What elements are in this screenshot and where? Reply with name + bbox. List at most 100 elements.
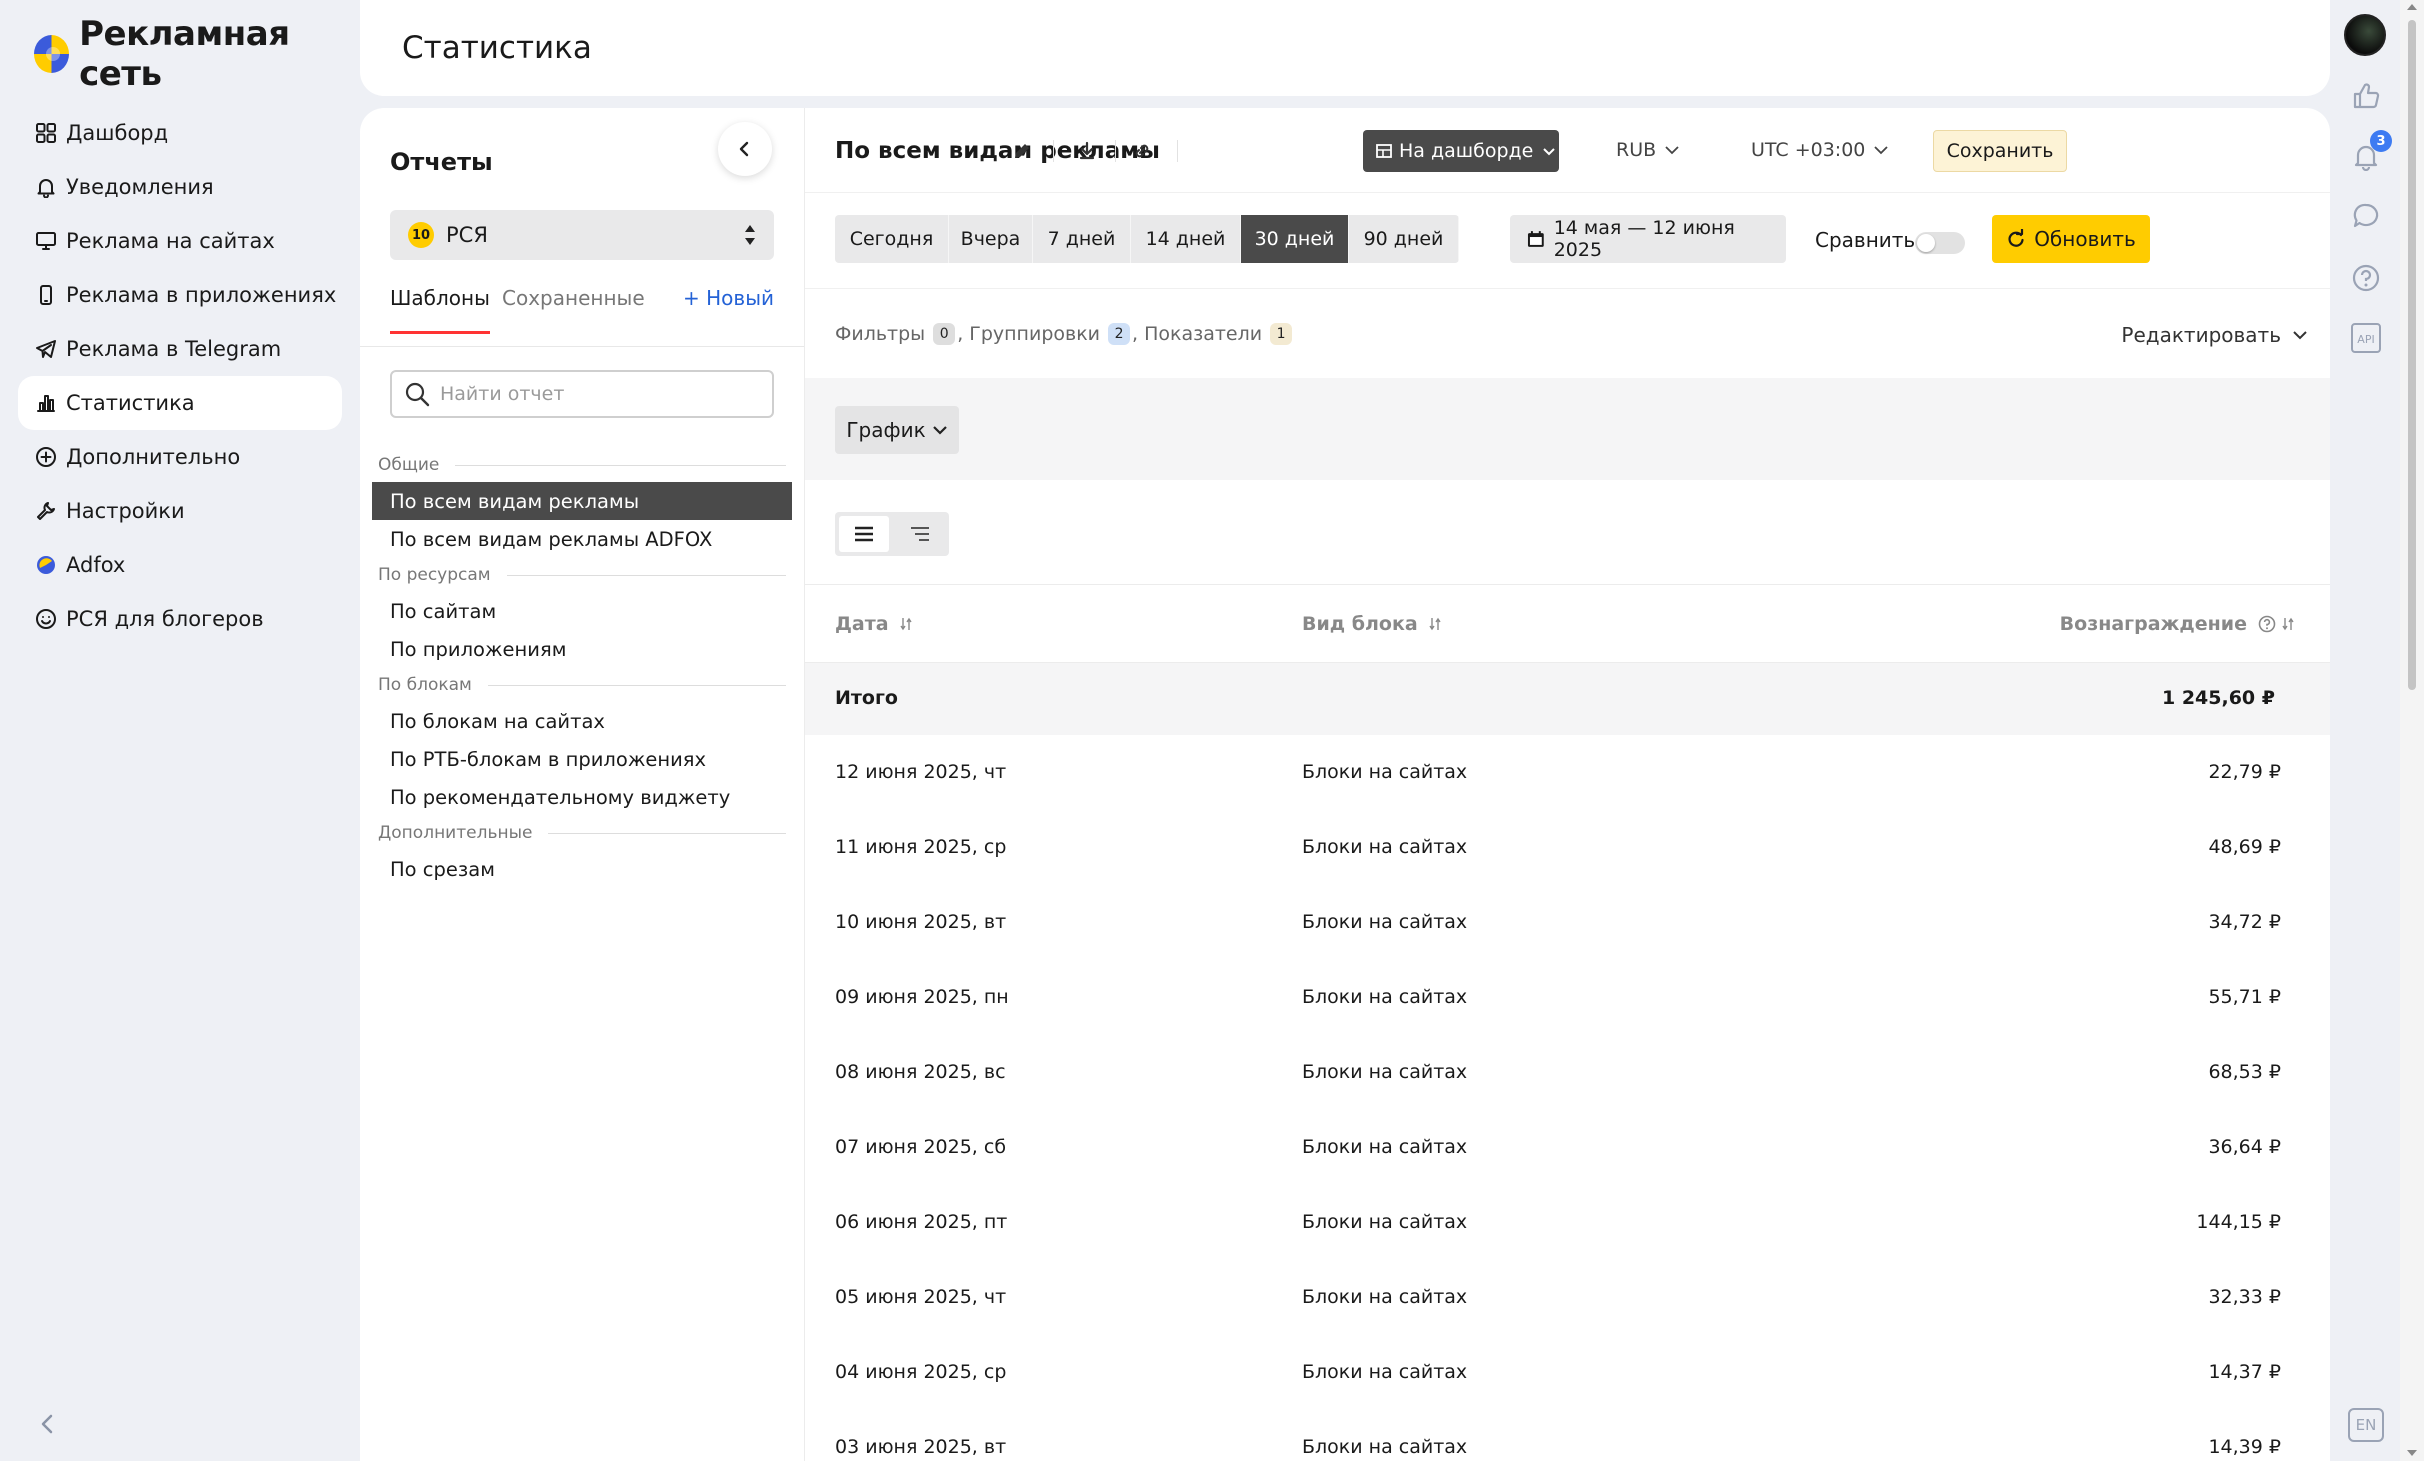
scrollbar[interactable]	[2400, 0, 2424, 1461]
divider	[487, 684, 786, 686]
collapse-panel-button[interactable]	[718, 122, 772, 176]
groupings-count: 2	[1108, 323, 1131, 345]
nav-item-monitor[interactable]: Реклама на сайтах	[18, 214, 342, 268]
language-switch[interactable]: EN	[2348, 1408, 2384, 1442]
report-item[interactable]: По срезам	[372, 850, 792, 888]
compare-toggle[interactable]	[1915, 232, 1965, 254]
currency-select[interactable]: RUB	[1616, 134, 1680, 166]
cell-reward: 55,71 ₽	[2208, 986, 2281, 1008]
separator	[1115, 140, 1116, 162]
nav-item-wrench[interactable]: Настройки	[18, 484, 342, 538]
telegram-icon	[34, 337, 58, 361]
report-main: По всем видам рекламы На дашборде RUB UT…	[804, 108, 2330, 1461]
edit-pencil-icon[interactable]	[1009, 138, 1035, 164]
nav-item-dashboard[interactable]: Дашборд	[18, 106, 342, 160]
sort-arrows-icon	[745, 225, 755, 245]
download-icon[interactable]	[1074, 138, 1100, 164]
nav-item-smile[interactable]: РСЯ для блогеров	[18, 592, 342, 646]
brand[interactable]: Рекламная сеть	[34, 14, 360, 94]
report-toolbar: По всем видам рекламы На дашборде RUB UT…	[805, 108, 2330, 192]
period-option[interactable]: 90 дней	[1349, 215, 1459, 263]
nav-item-label: Реклама в Telegram	[66, 337, 282, 361]
nav-item-label: Дашборд	[66, 121, 169, 145]
nav-item-plus-circle[interactable]: Дополнительно	[18, 430, 342, 484]
reports-tabs: Шаблоны Сохраненные + Новый	[390, 286, 774, 346]
refresh-label: Обновить	[2034, 227, 2136, 251]
cell-reward: 36,64 ₽	[2208, 1136, 2281, 1158]
source-badge: 10	[408, 222, 434, 248]
new-report-link[interactable]: + Новый	[683, 286, 774, 310]
report-item[interactable]: По сайтам	[372, 592, 792, 630]
report-item[interactable]: По всем видам рекламы	[372, 482, 792, 520]
nav-item-telegram[interactable]: Реклама в Telegram	[18, 322, 342, 376]
period-option[interactable]: Вчера	[949, 215, 1033, 263]
date-range-picker[interactable]: 14 мая — 12 июня 2025	[1510, 215, 1786, 263]
on-dashboard-button[interactable]: На дашборде	[1363, 130, 1559, 172]
avatar[interactable]	[2344, 14, 2386, 56]
api-icon[interactable]: API	[2350, 322, 2382, 354]
edit-dropdown[interactable]: Редактировать	[2121, 323, 2309, 347]
nav-item-adfox[interactable]: Adfox	[18, 538, 342, 592]
filters-summary[interactable]: Фильтры 0 , Группировки 2 , Показатели 1	[835, 323, 1294, 345]
period-option[interactable]: 7 дней	[1033, 215, 1131, 263]
collapse-sidebar-icon[interactable]	[34, 1410, 62, 1438]
cell-block-type: Блоки на сайтах	[1302, 1211, 1468, 1233]
separator	[1177, 140, 1178, 162]
help-icon[interactable]	[2257, 614, 2277, 634]
period-option[interactable]: Сегодня	[835, 215, 949, 263]
phone-icon	[34, 283, 58, 307]
tree-list-icon[interactable]	[895, 516, 945, 552]
total-value: 1 245,60 ₽	[2162, 687, 2275, 709]
report-item[interactable]: По РТБ-блокам в приложениях	[372, 740, 792, 778]
refresh-button[interactable]: Обновить	[1992, 215, 2150, 263]
link-icon[interactable]	[1129, 138, 1155, 164]
table-body: 12 июня 2025, чт Блоки на сайтах 22,79 ₽ 11…	[805, 735, 2330, 1461]
period-option[interactable]: 30 дней	[1241, 215, 1349, 263]
nav-item-label: Реклама на сайтах	[66, 229, 275, 253]
search-input[interactable]	[440, 383, 770, 405]
cell-reward: 68,53 ₽	[2208, 1061, 2281, 1083]
table-view-switch	[835, 512, 949, 556]
tab-saved[interactable]: Сохраненные	[502, 286, 645, 334]
cell-date: 10 июня 2025, вт	[835, 911, 1007, 933]
cell-block-type: Блоки на сайтах	[1302, 986, 1468, 1008]
tab-templates[interactable]: Шаблоны	[390, 286, 490, 334]
report-item[interactable]: По приложениям	[372, 630, 792, 668]
column-reward[interactable]: Вознаграждение	[2060, 613, 2295, 635]
cell-block-type: Блоки на сайтах	[1302, 1436, 1468, 1458]
help-icon[interactable]	[2350, 262, 2382, 294]
scrollbar-thumb[interactable]	[2408, 20, 2416, 690]
scroll-up-arrow[interactable]	[2407, 4, 2417, 10]
flat-list-icon[interactable]	[839, 516, 889, 552]
timezone-select[interactable]: UTC +03:00	[1751, 134, 1889, 166]
total-label: Итого	[835, 687, 898, 709]
filters-count: 0	[933, 323, 956, 345]
save-button[interactable]: Сохранить	[1933, 130, 2067, 172]
chat-icon[interactable]	[2350, 200, 2382, 232]
chevron-down-icon	[932, 426, 947, 435]
report-item[interactable]: По блокам на сайтах	[372, 702, 792, 740]
search-box[interactable]	[390, 370, 774, 418]
source-select[interactable]: 10 РСЯ	[390, 210, 774, 260]
chevron-down-icon	[2293, 331, 2307, 340]
cell-date: 03 июня 2025, вт	[835, 1436, 1007, 1458]
report-item[interactable]: По всем видам рекламы ADFOX	[372, 520, 792, 558]
column-block-type[interactable]: Вид блока	[1302, 613, 1442, 635]
scroll-down-arrow[interactable]	[2407, 1450, 2417, 1456]
currency-value: RUB	[1616, 139, 1657, 161]
period-option[interactable]: 14 дней	[1131, 215, 1241, 263]
thumbs-up-icon[interactable]	[2350, 80, 2382, 112]
left-navigation: Рекламная сеть Дашборд Уведомления Реклама…	[0, 0, 360, 1461]
cell-reward: 34,72 ₽	[2208, 911, 2281, 933]
column-date[interactable]: Дата	[835, 613, 913, 635]
monitor-icon	[34, 229, 58, 253]
nav-item-phone[interactable]: Реклама в приложениях	[18, 268, 342, 322]
cell-block-type: Блоки на сайтах	[1302, 911, 1468, 933]
chevron-down-icon	[1874, 146, 1889, 155]
nav-item-chart[interactable]: Статистика	[18, 376, 342, 430]
nav-item-bell[interactable]: Уведомления	[18, 160, 342, 214]
nav-list: Дашборд Уведомления Реклама на сайтах Рекла…	[18, 106, 342, 646]
report-item[interactable]: По рекомендательному виджету	[372, 778, 792, 816]
chart-toggle-button[interactable]: График	[835, 406, 959, 454]
on-dashboard-label: На дашборде	[1399, 140, 1534, 162]
